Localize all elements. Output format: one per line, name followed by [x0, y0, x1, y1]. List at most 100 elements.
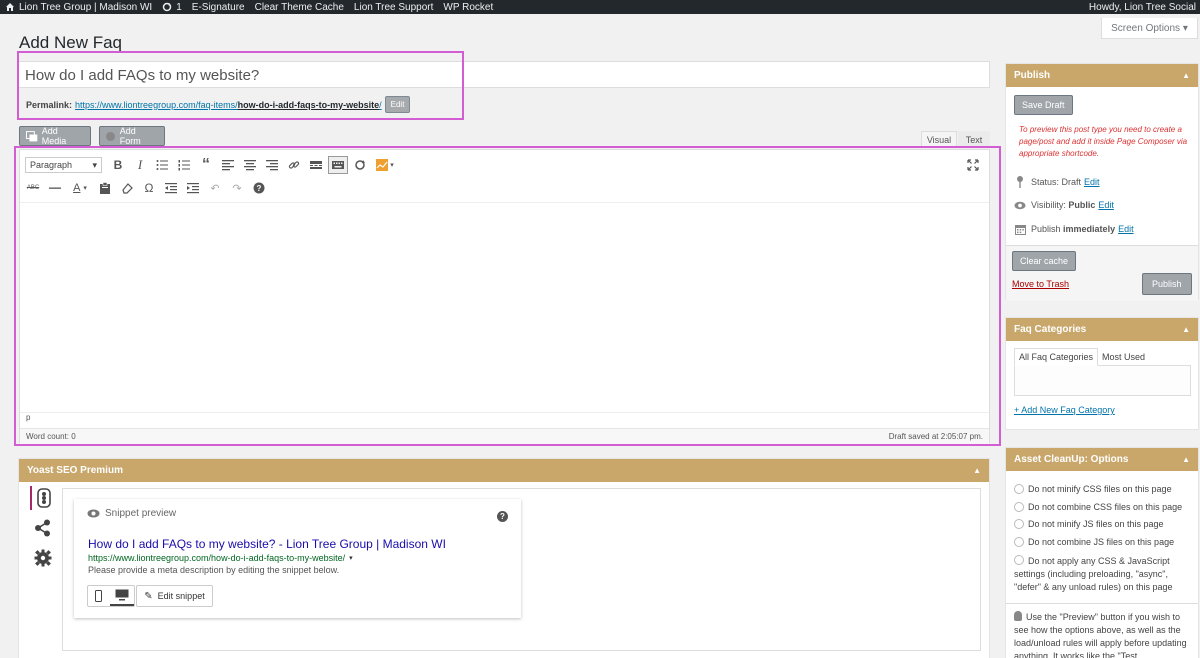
schedule-label: Publish [1031, 224, 1061, 234]
mobile-icon [95, 590, 103, 602]
edit-status-link[interactable]: Edit [1084, 177, 1100, 187]
option-checkbox[interactable] [1014, 484, 1024, 494]
snippet-preview-heading: Snippet preview [87, 508, 176, 519]
pencil-icon: ✎ [144, 590, 153, 602]
snippet-title[interactable]: How do I add FAQs to my website? - Lion … [88, 537, 446, 551]
visibility-label: Visibility: [1031, 200, 1066, 210]
publish-title: Publish [1014, 70, 1051, 81]
gear-icon[interactable] [30, 546, 56, 570]
snippet-url-row: https://www.liontreegroup.com/how-do-i-a… [88, 553, 353, 563]
faq-categories-title: Faq Categories [1014, 324, 1087, 335]
updates-icon [162, 2, 172, 12]
form-icon [106, 131, 115, 141]
asset-cleanup-header[interactable]: Asset CleanUp: Options ▲ [1006, 448, 1198, 471]
clear-theme-cache-link[interactable]: Clear Theme Cache [250, 0, 349, 14]
post-visibility: Visibility: Public Edit [1014, 199, 1114, 211]
option-checkbox[interactable] [1014, 537, 1024, 547]
media-icon [26, 130, 38, 141]
screen-options-button[interactable]: Screen Options ▾ [1101, 18, 1198, 39]
edit-schedule-link[interactable]: Edit [1118, 224, 1134, 234]
yoast-sidebar [30, 486, 56, 576]
highlight-box [17, 51, 464, 120]
page-title: Add New Faq [19, 33, 122, 52]
mobile-preview-button[interactable] [88, 586, 110, 606]
preview-notice: To preview this post type you need to cr… [1019, 125, 1188, 158]
publish-schedule: Publish immediately Edit [1014, 223, 1134, 235]
share-icon[interactable] [30, 516, 56, 540]
divider [1006, 603, 1198, 604]
option-label: Do not apply any CSS & JavaScript settin… [1014, 556, 1173, 592]
post-status: Status: Draft Edit [1014, 176, 1100, 188]
visibility-value: Public [1068, 200, 1096, 210]
collapse-icon[interactable]: ▲ [973, 466, 981, 475]
option-row[interactable]: Do not apply any CSS & JavaScript settin… [1014, 554, 1192, 594]
status-label: Status: [1031, 177, 1060, 187]
option-row[interactable]: Do not combine JS files on this page [1014, 536, 1174, 549]
status-value: Draft [1061, 177, 1082, 187]
category-checklist[interactable] [1014, 365, 1191, 396]
collapse-icon[interactable]: ▲ [1182, 71, 1190, 80]
save-draft-button[interactable]: Save Draft [1014, 95, 1073, 115]
pin-icon [1014, 176, 1026, 188]
eye-icon [1014, 199, 1026, 211]
site-name-link[interactable]: Lion Tree Group | Madison WI [0, 0, 157, 14]
asset-cleanup-title: Asset CleanUp: Options [1014, 454, 1129, 465]
wp-rocket-link[interactable]: WP Rocket [438, 0, 498, 14]
add-media-button[interactable]: Add Media [19, 126, 91, 146]
add-new-category-link[interactable]: + Add New Faq Category [1014, 405, 1115, 415]
option-row[interactable]: Do not combine CSS files on this page [1014, 501, 1182, 514]
schedule-value: immediately [1063, 224, 1116, 234]
preview-tip-text: Use the "Preview" button if you wish to … [1014, 612, 1187, 658]
asset-cleanup-box: Asset CleanUp: Options ▲ Do not minify C… [1005, 447, 1199, 658]
yoast-seo-header[interactable]: Yoast SEO Premium ▲ [19, 459, 989, 482]
snippet-preview-card: Snippet preview ? How do I add FAQs to m… [74, 499, 521, 618]
publish-box: Publish ▲ Save Draft To preview this pos… [1005, 63, 1199, 301]
clear-cache-button[interactable]: Clear cache [1012, 251, 1077, 271]
publish-header[interactable]: Publish ▲ [1006, 64, 1198, 87]
option-row[interactable]: Do not minify CSS files on this page [1014, 483, 1172, 496]
tab-most-used[interactable]: Most Used [1100, 348, 1147, 366]
snippet-preview-label: Snippet preview [105, 508, 177, 519]
add-form-label: Add Form [119, 126, 141, 146]
option-label: Do not combine JS files on this page [1028, 537, 1175, 547]
option-checkbox[interactable] [1014, 502, 1024, 512]
snippet-description: Please provide a meta description by edi… [88, 565, 340, 575]
collapse-icon[interactable]: ▲ [1182, 325, 1190, 334]
preview-tip: Use the "Preview" button if you wish to … [1014, 611, 1192, 658]
howdy-user-link[interactable]: Howdy, Lion Tree Social [1084, 0, 1200, 14]
lightbulb-icon [1014, 611, 1022, 621]
option-label: Do not minify JS files on this page [1028, 519, 1164, 529]
snippet-url: https://www.liontreegroup.com/how-do-i-a… [88, 553, 346, 563]
option-row[interactable]: Do not minify JS files on this page [1014, 518, 1164, 531]
yoast-seo-title: Yoast SEO Premium [27, 465, 123, 476]
edit-snippet-button[interactable]: ✎ Edit snippet [136, 585, 213, 607]
updates-link[interactable]: 1 [157, 0, 187, 14]
add-form-button[interactable]: Add Form [99, 126, 165, 146]
site-name: Lion Tree Group | Madison WI [19, 1, 153, 13]
chevron-down-icon: ▾ [349, 555, 353, 562]
tab-all-categories[interactable]: All Faq Categories [1014, 348, 1099, 366]
updates-count: 1 [176, 1, 182, 13]
faq-categories-header[interactable]: Faq Categories ▲ [1006, 318, 1198, 341]
publish-button[interactable]: Publish [1142, 273, 1192, 295]
edit-visibility-link[interactable]: Edit [1098, 200, 1114, 210]
highlight-box [14, 146, 1001, 446]
option-label: Do not combine CSS files on this page [1028, 502, 1183, 512]
eye-icon [87, 509, 100, 518]
help-icon[interactable]: ? [497, 511, 508, 522]
calendar-icon [1014, 223, 1026, 235]
option-checkbox[interactable] [1014, 519, 1024, 529]
faq-categories-box: Faq Categories ▲ All Faq Categories Most… [1005, 317, 1199, 430]
option-label: Do not minify CSS files on this page [1028, 484, 1172, 494]
traffic-light-icon[interactable] [30, 486, 56, 510]
collapse-icon[interactable]: ▲ [1182, 455, 1190, 464]
option-checkbox[interactable] [1014, 555, 1024, 565]
move-to-trash-link[interactable]: Move to Trash [1012, 279, 1069, 289]
publish-actions: Clear cache Move to Trash Publish [1006, 245, 1198, 301]
device-toggle [87, 585, 135, 607]
desktop-preview-button[interactable] [109, 586, 134, 606]
add-media-label: Add Media [41, 126, 67, 146]
home-icon [6, 3, 14, 11]
support-link[interactable]: Lion Tree Support [349, 0, 439, 14]
esignature-link[interactable]: E-Signature [187, 0, 250, 14]
